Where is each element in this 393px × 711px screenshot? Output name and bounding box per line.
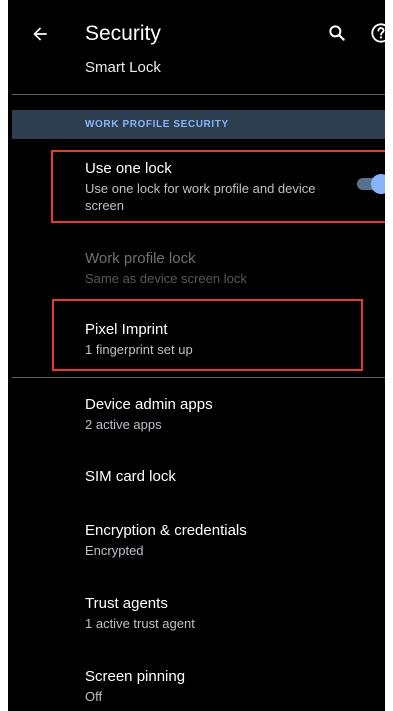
arrow-left-icon [33,27,47,41]
item-subtitle: 1 fingerprint set up [85,342,193,357]
item-subtitle: Off [85,689,103,704]
item-subtitle: Use one lock for work profile and device… [85,181,316,213]
encryption-credentials-item[interactable]: Encryption & credentials Encrypted [85,522,375,559]
page-title: Security [85,22,161,45]
device-admin-apps-item[interactable]: Device admin apps 2 active apps [85,396,375,433]
screenshot-margin [385,0,393,711]
back-button[interactable] [28,22,52,46]
item-subtitle: Encrypted [85,543,144,558]
item-title: Encryption & credentials [85,522,247,539]
work-profile-lock-item: Work profile lock Same as device screen … [85,250,375,287]
pixel-imprint-item[interactable]: Pixel Imprint 1 fingerprint set up [85,321,345,358]
trust-agents-item[interactable]: Trust agents 1 active trust agent [85,595,375,632]
search-icon [329,25,345,41]
use-one-lock-item[interactable]: Use one lock Use one lock for work profi… [85,160,345,214]
screen-pinning-item[interactable]: Screen pinning Off [85,668,375,705]
item-title: Pixel Imprint [85,321,168,338]
smart-lock-item[interactable]: Smart Lock [85,59,161,76]
sim-card-lock-item[interactable]: SIM card lock [85,468,375,486]
item-title: Work profile lock [85,250,196,267]
item-title: SIM card lock [85,468,176,485]
security-settings-screen: Security Smart Lock WORK PROFILE SECURIT… [8,0,393,711]
app-bar: Security [8,0,393,58]
search-button[interactable] [326,22,348,44]
divider [12,94,393,95]
item-title: Trust agents [85,595,168,612]
section-header-label: WORK PROFILE SECURITY [85,119,229,130]
item-subtitle: 1 active trust agent [85,616,195,631]
item-subtitle: Same as device screen lock [85,271,247,286]
item-title: Device admin apps [85,396,213,413]
item-title: Screen pinning [85,668,186,685]
section-header-work-profile: WORK PROFILE SECURITY [12,110,393,139]
divider [12,377,393,378]
item-title: Use one lock [85,160,172,177]
item-subtitle: 2 active apps [85,417,162,432]
